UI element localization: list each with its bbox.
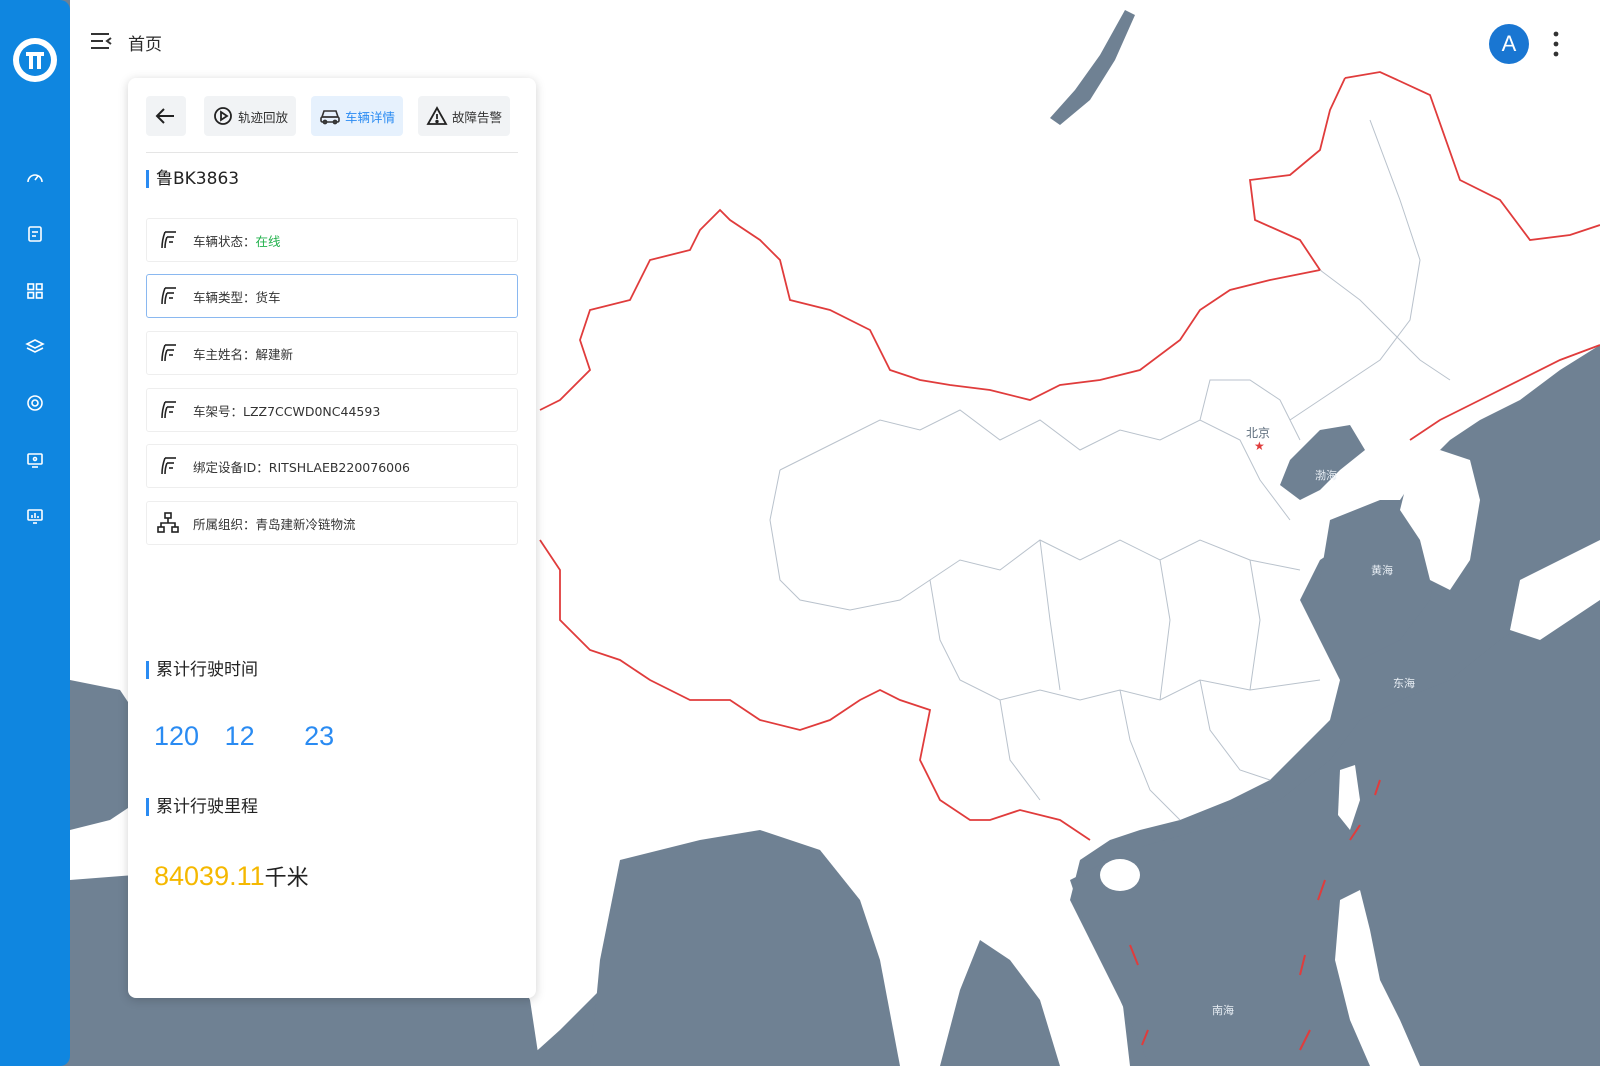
arrow-left-icon [155, 108, 174, 124]
avatar[interactable]: A [1489, 24, 1529, 64]
back-button[interactable] [146, 96, 186, 136]
map-capital-star: ★ [1254, 439, 1265, 453]
nav-apps[interactable] [23, 279, 47, 303]
map-label-east-sea: 东海 [1393, 676, 1415, 690]
chart-screen-icon [27, 509, 43, 524]
info-row-device[interactable]: 绑定设备ID：RITSHLAEB220076006 [146, 444, 518, 488]
warning-icon [426, 106, 448, 125]
tab-fault-alarm[interactable]: 故障告警 [418, 96, 511, 136]
monitor-icon [27, 453, 43, 468]
mileage-display: 84039.11千米 [154, 860, 309, 892]
car-icon [320, 110, 340, 125]
signal-icon [155, 340, 181, 366]
drive-time-value: 120 [154, 721, 200, 751]
map-label-yellow-sea: 黄海 [1371, 563, 1393, 577]
vehicle-detail-panel: 轨迹回放 车辆详情 故障告警 鲁BK3863 车辆状态： 在线 车辆类型：货车 车… [128, 78, 536, 998]
gauge-icon [27, 174, 43, 183]
status-value: 在线 [255, 233, 281, 249]
info-row-owner[interactable]: 车主姓名：解建新 [146, 331, 518, 375]
mileage-unit: 千米 [264, 866, 309, 891]
drive-time-value: 23 [304, 721, 335, 751]
info-row-status[interactable]: 车辆状态： 在线 [146, 218, 518, 262]
vehicle-plate: 鲁BK3863 [146, 170, 239, 188]
tab-fault-alarm-label: 故障告警 [452, 109, 503, 125]
nav-layers[interactable] [23, 335, 47, 359]
tab-playback-label: 轨迹回放 [238, 109, 289, 125]
vehicle-type: 车辆类型：货车 [193, 289, 281, 305]
mileage-title: 累计行驶里程 [146, 798, 258, 816]
toolbar-divider [146, 152, 518, 153]
layers-icon [25, 339, 45, 353]
map-label-bohai: 渤海 [1315, 468, 1337, 482]
map-hainan [1100, 859, 1140, 891]
device-id: 绑定设备ID：RITSHLAEB220076006 [193, 459, 411, 475]
drive-time-values: 120 12 23 [154, 721, 334, 752]
mileage-value: 84039.11 [154, 861, 265, 891]
info-row-vin[interactable]: 车架号：LZZ7CCWD0NC44593 [146, 388, 518, 432]
signal-icon [155, 227, 181, 253]
breadcrumb[interactable]: 首页 [128, 30, 162, 55]
nav-dashboard[interactable] [23, 166, 47, 190]
menu-toggle-icon[interactable] [88, 28, 114, 54]
vin-number: 车架号：LZZ7CCWD0NC44593 [193, 403, 381, 419]
status-label: 车辆状态： [193, 233, 256, 249]
nav-data-screen[interactable] [23, 504, 47, 528]
organization: 所属组织：青岛建新冷链物流 [193, 516, 356, 532]
map-label-south-sea: 南海 [1212, 1003, 1234, 1017]
info-row-org[interactable]: 所属组织：青岛建新冷链物流 [146, 501, 518, 545]
tab-vehicle-detail[interactable]: 车辆详情 [311, 96, 404, 136]
owner-name: 车主姓名：解建新 [193, 346, 294, 362]
drive-time-title: 累计行驶时间 [146, 661, 258, 679]
document-icon [28, 226, 42, 242]
tab-vehicle-detail-label: 车辆详情 [345, 109, 396, 125]
sidebar [0, 0, 70, 1066]
app-logo[interactable] [13, 38, 57, 82]
signal-icon [155, 453, 181, 479]
tab-playback[interactable]: 轨迹回放 [204, 96, 297, 136]
panel-toolbar: 轨迹回放 车辆详情 故障告警 [146, 96, 518, 136]
nav-monitor[interactable] [23, 448, 47, 472]
logo-icon [19, 44, 51, 76]
signal-icon [155, 283, 181, 309]
map-label-beijing: 北京 [1246, 426, 1270, 440]
playback-icon [214, 107, 232, 125]
target-icon [27, 395, 43, 411]
org-tree-icon [155, 510, 181, 536]
nav-target[interactable] [23, 391, 47, 415]
nav-documents[interactable] [23, 222, 47, 246]
signal-icon [155, 397, 181, 423]
apps-grid-icon [27, 283, 43, 299]
info-row-type[interactable]: 车辆类型：货车 [146, 274, 518, 318]
more-vertical-icon[interactable] [1548, 28, 1564, 60]
drive-time-value: 12 [224, 721, 255, 751]
